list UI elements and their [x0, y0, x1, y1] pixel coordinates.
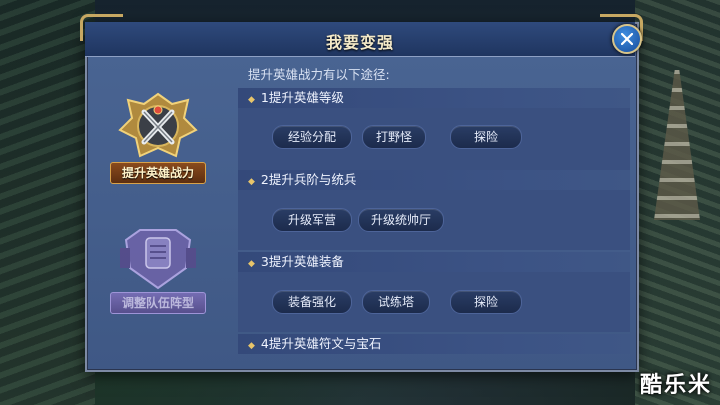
gold-corner-left — [80, 14, 123, 41]
close-icon — [621, 33, 633, 45]
tab-adjust-formation[interactable]: 调整队伍阵型 — [110, 220, 206, 314]
trial-tower-button[interactable]: 试练塔 — [362, 290, 430, 314]
upgrade-barracks-button[interactable]: 升级军营 — [272, 208, 352, 232]
left-tab-column: 提升英雄战力 调整队伍阵型 — [90, 60, 230, 360]
section-heading-2-text: 2提升兵阶与统兵 — [260, 172, 357, 187]
intro-text: 提升英雄战力有以下途径: — [248, 67, 390, 82]
section-heading-1: ◆ 1提升英雄等级 — [238, 88, 630, 108]
upgrade-command-hall-button[interactable]: 升级统帅厅 — [358, 208, 444, 232]
tab-hero-power[interactable]: 提升英雄战力 — [110, 90, 206, 184]
section-body-2: 升级军营 升级统帅厅 — [238, 190, 630, 250]
shield-emblem-icon — [120, 229, 196, 290]
section-heading-4-text: 4提升英雄符文与宝石 — [260, 336, 382, 351]
diamond-bullet-icon: ◆ — [248, 177, 255, 187]
hunt-monster-button[interactable]: 打野怪 — [362, 125, 426, 149]
title-bar: 我要变强 — [85, 22, 635, 57]
tab-hero-power-label: 提升英雄战力 — [110, 162, 206, 184]
explore-button[interactable]: 探险 — [450, 125, 522, 149]
section-heading-2: ◆ 2提升兵阶与统兵 — [238, 170, 630, 190]
section-body-3: 装备强化 试练塔 探险 — [238, 272, 630, 332]
watermark: 酷乐米 — [639, 373, 712, 398]
section-heading-3: ◆ 3提升英雄装备 — [238, 252, 630, 272]
diamond-bullet-icon: ◆ — [248, 341, 255, 351]
panel-title: 我要变强 — [325, 33, 394, 52]
section-heading-3-text: 3提升英雄装备 — [260, 254, 344, 269]
section-heading-1-text: 1提升英雄等级 — [260, 90, 344, 105]
pagoda-icon — [654, 70, 700, 220]
explore-button-2[interactable]: 探险 — [450, 290, 522, 314]
diamond-bullet-icon: ◆ — [248, 95, 255, 105]
tab-adjust-formation-label: 调整队伍阵型 — [110, 292, 206, 314]
exp-allocate-button[interactable]: 经验分配 — [272, 125, 352, 149]
diamond-bullet-icon: ◆ — [248, 259, 255, 269]
background-scenery-left — [0, 0, 95, 405]
background-scenery-right — [635, 0, 720, 405]
section-heading-4: ◆ 4提升英雄符文与宝石 — [238, 334, 630, 354]
section-body-1: 经验分配 打野怪 探险 — [238, 108, 630, 170]
equip-enhance-button[interactable]: 装备强化 — [272, 290, 352, 314]
close-button[interactable] — [612, 24, 642, 54]
crossed-swords-emblem-icon — [118, 92, 198, 158]
